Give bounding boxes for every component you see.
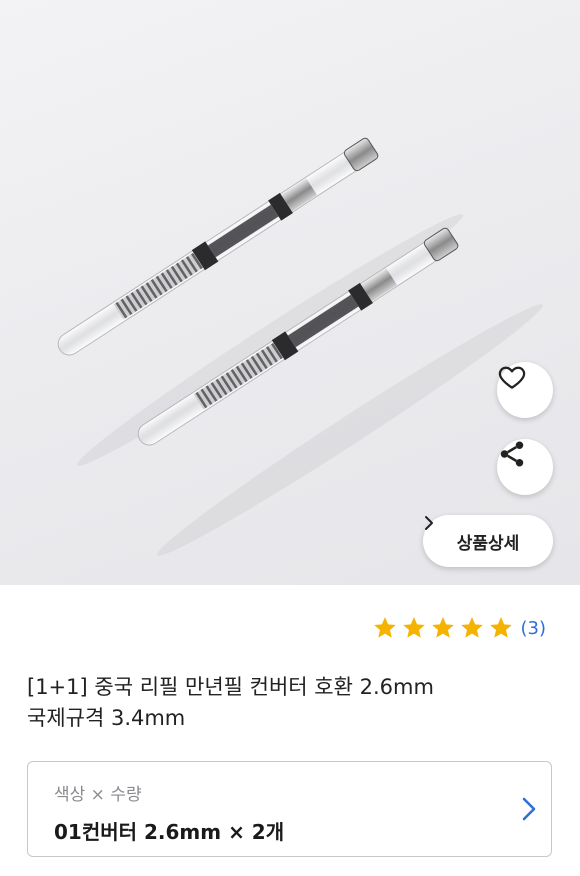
chevron-right-icon: [522, 797, 536, 821]
product-detail-label: 상품상세: [456, 533, 520, 554]
product-title-line: [1+1] 중국 리필 만년필 컨버터 호환 2.6mm: [27, 675, 434, 699]
fountain-pen-converter-image: [57, 137, 544, 556]
product-title: [1+1] 중국 리필 만년필 컨버터 호환 2.6mm 국제규격 3.4mm: [27, 672, 547, 734]
heart-icon: [498, 366, 526, 389]
product-image[interactable]: 상품상세: [0, 0, 580, 585]
option-label: 색상 × 수량: [54, 785, 142, 805]
star-icon: [373, 617, 396, 638]
option-value: 01컨버터 2.6mm × 2개: [54, 820, 285, 844]
share-icon: [500, 441, 524, 467]
star-icon: [460, 617, 483, 638]
product-title-line: 국제규격 3.4mm: [27, 706, 186, 730]
option-selector[interactable]: 색상 × 수량 01컨버터 2.6mm × 2개: [27, 761, 552, 857]
review-count[interactable]: (3): [521, 618, 547, 639]
rating[interactable]: (3): [372, 615, 547, 641]
star-icon: [402, 617, 425, 638]
share-button[interactable]: [497, 439, 553, 495]
chevron-right-icon: [425, 516, 433, 530]
star-icon: [489, 617, 512, 638]
star-icon: [431, 617, 454, 638]
wishlist-button[interactable]: [497, 362, 553, 418]
product-detail-button[interactable]: 상품상세: [423, 515, 553, 567]
